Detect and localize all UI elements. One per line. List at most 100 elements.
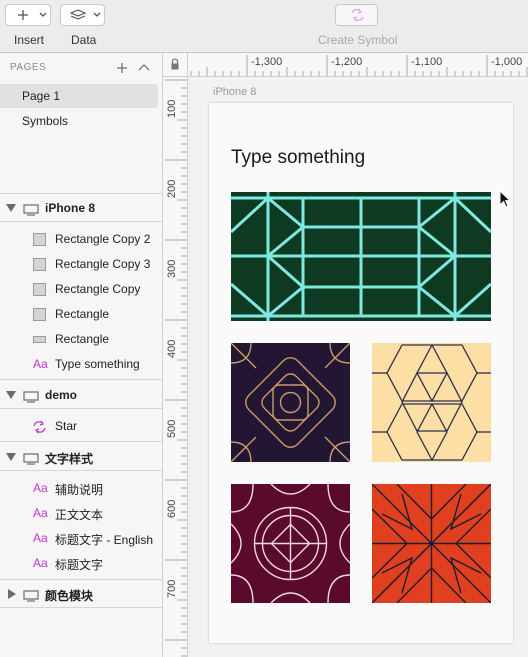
ruler-label: 600 [166,500,178,518]
layer-item[interactable]: Rectangle Copy 2 [0,227,162,252]
toolbar: Insert Data Create Symbol [0,0,528,53]
artboard-group-text-styles[interactable]: 文字样式 [0,445,162,470]
layer-label: 标题文字 [55,558,104,572]
layer-item[interactable]: Rectangle Copy [0,277,162,302]
artboard-icon [23,453,39,465]
layer-item[interactable]: Aa 标题文字 - English [0,526,162,551]
artboard-icon [23,590,39,602]
layer-label: 正文文本 [55,508,104,522]
layer-item[interactable]: Star [0,414,162,439]
page-item-symbols[interactable]: Symbols [0,109,158,133]
divider [0,221,162,222]
ruler-label: 700 [166,580,178,598]
artboard-group-color-modules[interactable]: 颜色模块 [0,582,162,607]
divider [0,193,162,194]
layer-label: Rectangle Copy [55,282,141,296]
text-icon: Aa [33,481,48,495]
layer-label: Rectangle [55,332,110,346]
divider [0,379,162,380]
layer-item[interactable]: Rectangle [0,302,162,327]
layer-label: Type something [55,357,140,371]
artboard-group-demo[interactable]: demo [0,383,162,408]
layer-label: Star [55,419,78,433]
lock-icon [171,58,179,70]
plus-icon [18,10,47,20]
artboard-group-iphone-8[interactable]: iPhone 8 [0,196,162,221]
symbol-icon [351,8,364,22]
create-symbol-button[interactable] [335,4,378,26]
group-label: iPhone 8 [45,201,96,215]
horizontal-ruler[interactable]: -1,300 -1,200 -1,100 -1,000 [163,53,528,77]
chevron-down-icon [39,12,47,17]
text-icon: Aa [33,531,48,545]
ruler-label: -1,000 [491,56,523,68]
layer-item[interactable]: Rectangle [0,327,162,352]
text-icon: Aa [33,506,48,520]
ruler-corner[interactable] [163,53,188,77]
rectangle-thin-icon [33,336,46,343]
canvas[interactable]: -1,300 -1,200 -1,100 -1,000 100 200 300 … [163,53,528,657]
orange-pattern-rectangle[interactable] [372,484,491,603]
layer-item[interactable]: Rectangle Copy 3 [0,252,162,277]
green-pattern-rectangle[interactable] [231,192,491,321]
cream-pattern-rectangle[interactable] [372,343,491,462]
layer-item[interactable]: Aa 正文文本 [0,501,162,526]
data-button[interactable] [60,4,105,26]
ruler-label: -1,200 [331,56,363,68]
disclosure-triangle-icon[interactable] [6,391,16,399]
disclosure-triangle-icon[interactable] [8,589,16,599]
create-symbol-label: Create Symbol [318,33,398,47]
ruler-label: 300 [166,260,178,278]
group-label: demo [45,388,78,402]
data-label: Data [71,33,97,47]
maroon-pattern-rectangle[interactable] [231,484,350,603]
rectangle-icon [33,283,46,296]
ruler-ticks: 100 200 300 400 500 600 700 800 [165,79,187,657]
collapse-pages-icon[interactable] [138,64,150,71]
insert-button[interactable] [5,4,51,26]
add-page-icon[interactable] [117,63,127,73]
divider [0,441,162,442]
layer-label: 标题文字 - English [55,533,154,547]
layers-icon [69,9,101,20]
rectangle-icon [33,233,46,246]
disclosure-triangle-icon[interactable] [6,204,16,212]
group-label: 颜色模块 [45,589,94,603]
layer-label: 辅助说明 [55,483,104,497]
disclosure-triangle-icon[interactable] [6,453,16,461]
layer-list-sidebar: PAGES Page 1 Symbols iPhone 8 Rectangle … [0,53,163,657]
ruler-label: 100 [166,100,178,118]
divider [0,470,162,471]
rectangle-icon [33,258,46,271]
symbol-icon [33,420,46,434]
artboard-label[interactable]: iPhone 8 [213,86,256,98]
mouse-pointer-icon [499,190,512,208]
purple-pattern-rectangle[interactable] [231,343,350,462]
text-icon: Aa [33,556,48,570]
artboard-iphone-8[interactable]: Type something [209,103,513,643]
ruler-label: -1,300 [251,56,283,68]
vertical-ruler[interactable]: 100 200 300 400 500 600 700 800 [163,76,188,657]
layer-label: Rectangle [55,307,110,321]
rectangle-icon [33,308,46,321]
layer-label: Rectangle Copy 2 [55,232,151,246]
ruler-label: 400 [166,340,178,358]
artboard-icon [23,204,39,216]
artboard-icon [23,391,39,403]
layer-item[interactable]: Aa Type something [0,352,162,377]
ruler-label: -1,100 [411,56,443,68]
divider [0,408,162,409]
page-item-page-1[interactable]: Page 1 [0,84,158,108]
layer-label: Rectangle Copy 3 [55,257,151,271]
artboard-title-text[interactable]: Type something [231,147,365,169]
text-icon: Aa [33,357,48,371]
insert-label: Insert [14,33,45,47]
divider [0,607,162,608]
ruler-label: 200 [166,180,178,198]
divider [0,579,162,580]
layer-item[interactable]: Aa 标题文字 [0,551,162,576]
pages-controls [117,63,150,73]
ruler-label: 500 [166,420,178,438]
layer-item[interactable]: Aa 辅助说明 [0,476,162,501]
pages-header: PAGES [10,62,47,73]
